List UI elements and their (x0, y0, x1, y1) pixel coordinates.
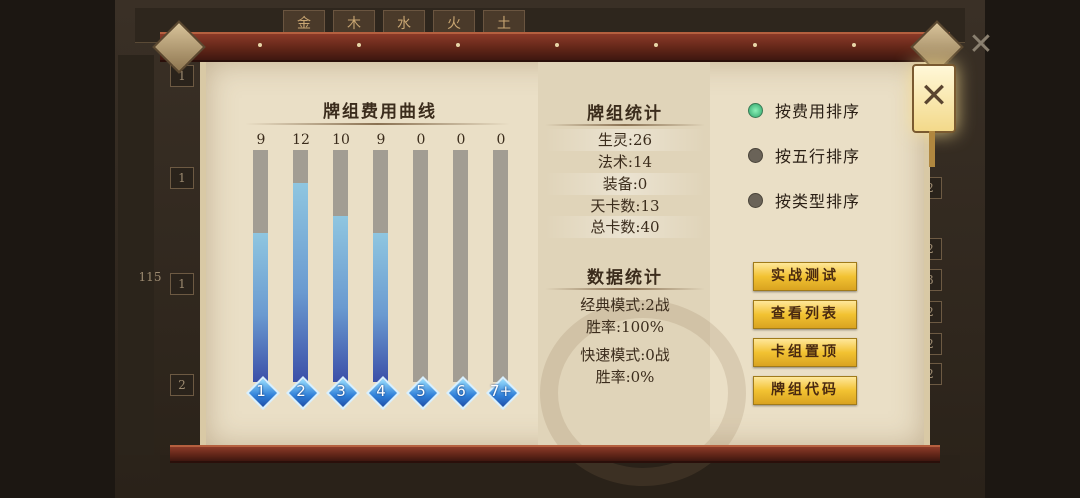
background-close-icon: ✕ (968, 27, 994, 62)
rod-stud (456, 43, 460, 47)
bar-track (253, 150, 268, 382)
view-list-button[interactable]: 查看列表 (753, 300, 857, 329)
bar-count-label: 12 (292, 132, 310, 148)
bar-track (333, 150, 348, 382)
radio-unselected-icon[interactable] (748, 148, 763, 163)
cost-gem-icon: 5 (406, 376, 440, 410)
rod-stud (555, 43, 559, 47)
bar-count-label: 10 (332, 132, 350, 148)
bar-track (493, 150, 508, 382)
bar-count-label: 9 (376, 132, 386, 148)
bg-left-number: 1 (170, 273, 194, 295)
bar-fill (293, 183, 308, 382)
bg-left-number: 2 (170, 374, 194, 396)
close-button[interactable]: ✕ (912, 64, 956, 133)
stat-classic-winrate: 胜率:100% (586, 318, 664, 336)
stat-spells: 法术:14 (597, 153, 653, 171)
rod-stud (753, 43, 757, 47)
rod-stud (258, 43, 262, 47)
rod-stud (357, 43, 361, 47)
deck-stats-title: 牌组统计 (587, 104, 663, 124)
bar-track (293, 150, 308, 382)
stat-equipment: 装备:0 (545, 173, 705, 195)
battle-test-button[interactable]: 实战测试 (753, 262, 857, 291)
scroll-top-rod (160, 32, 950, 62)
scroll-bottom-rod (170, 445, 940, 463)
cost-label: 2 (296, 382, 306, 400)
bar-track (453, 150, 468, 382)
cost-gem-icon: 2 (286, 376, 320, 410)
sort-option-label: 按费用排序 (775, 102, 861, 121)
close-icon: ✕ (919, 76, 949, 116)
cost-label: 6 (456, 382, 466, 400)
stat-heaven-cards: 天卡数:13 (590, 197, 660, 215)
cost-gem-icon: 7+ (486, 376, 520, 410)
bar-count-label: 9 (256, 132, 266, 148)
cost-label: 7+ (489, 382, 513, 400)
title-divider (545, 288, 705, 290)
cost-label: 4 (376, 382, 386, 400)
bar-track (373, 150, 388, 382)
title-divider (245, 123, 510, 125)
pin-deck-button[interactable]: 卡组置顶 (753, 338, 857, 367)
cost-gem-icon: 3 (326, 376, 360, 410)
deck-code-button[interactable]: 牌组代码 (753, 376, 857, 405)
cost-gem-icon: 4 (366, 376, 400, 410)
stat-classic-games: 经典模式:2战 (580, 296, 670, 314)
cost-gem-icon: 6 (446, 376, 480, 410)
bar-track (413, 150, 428, 382)
bar-count-label: 0 (496, 132, 506, 148)
cost-label: 1 (256, 382, 266, 400)
background-left-column (118, 55, 154, 455)
bar-fill (333, 216, 348, 382)
data-stats-title: 数据统计 (587, 268, 663, 288)
bar-fill (253, 232, 268, 382)
stat-total-cards: 总卡数:40 (545, 216, 705, 238)
cost-label: 5 (416, 382, 426, 400)
title-divider (545, 124, 705, 126)
bar-count-label: 0 (456, 132, 466, 148)
cost-curve-title: 牌组费用曲线 (323, 102, 437, 122)
radio-unselected-icon[interactable] (748, 193, 763, 208)
sort-option-label: 按五行排序 (775, 147, 861, 166)
rod-stud (852, 43, 856, 47)
stat-creatures: 生灵:26 (545, 129, 705, 151)
bar-count-label: 0 (416, 132, 426, 148)
cost-label: 3 (336, 382, 346, 400)
radio-selected-icon[interactable] (748, 103, 763, 118)
sort-option-label: 按类型排序 (775, 192, 861, 211)
stat-quick-games: 快速模式:0战 (580, 346, 670, 364)
stat-quick-winrate: 胜率:0% (595, 368, 655, 386)
bar-fill (373, 232, 388, 382)
bg-left-number: 1 (170, 167, 194, 189)
bg-left-number: 115 (138, 270, 162, 284)
rod-stud (654, 43, 658, 47)
cost-gem-icon: 1 (246, 376, 280, 410)
lantern-tassel (929, 131, 935, 167)
